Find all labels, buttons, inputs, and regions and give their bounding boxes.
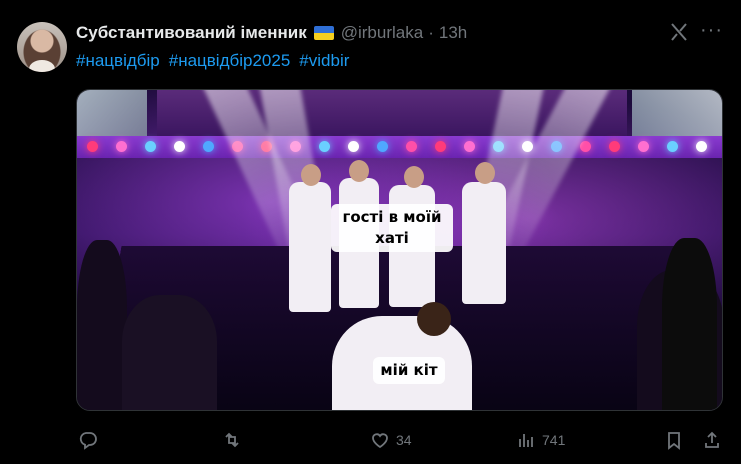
hashtag-link[interactable]: #vidbir [299, 51, 349, 71]
stage-light [116, 141, 127, 152]
performer [462, 182, 506, 304]
views-count: 741 [542, 432, 566, 448]
bookmark-button[interactable] [664, 425, 684, 455]
stage-light [406, 141, 417, 152]
performer-head [349, 160, 369, 182]
stage-light [696, 141, 707, 152]
author-handle[interactable]: @irburlaka [341, 23, 423, 43]
retweet-icon [225, 432, 239, 448]
stage-light [87, 141, 98, 152]
performer-head [301, 164, 321, 186]
crouching-performer-head [417, 302, 451, 336]
caption-line: гості в моїй [342, 208, 442, 226]
stage-light [464, 141, 475, 152]
hashtag-link[interactable]: #нацвідбір [76, 51, 160, 71]
stage-light [667, 141, 678, 152]
stage-light [174, 141, 185, 152]
hashtags: #нацвідбір #нацвідбір2025 #vidbir [76, 51, 349, 71]
bookmark-icon [668, 432, 680, 450]
tweet-image[interactable]: гості в моїй хаті мій кіт [76, 89, 723, 411]
stage-light [435, 141, 446, 152]
more-icon[interactable]: ··· [700, 20, 722, 42]
meme-caption-bottom: мій кіт [373, 357, 445, 384]
tweet-header: Субстантивований іменник @irburlaka · 13… [76, 22, 467, 44]
stage-light [348, 141, 359, 152]
stage-lights [77, 136, 722, 158]
audience-left [77, 240, 127, 410]
tweet-actions: 34 741 [76, 425, 723, 455]
stage-light [580, 141, 591, 152]
share-button[interactable] [702, 425, 722, 455]
hashtag-link[interactable]: #нацвідбір2025 [169, 51, 291, 71]
stage-light [319, 141, 330, 152]
audience-left [122, 295, 217, 410]
meme-caption-top: гості в моїй хаті [331, 204, 453, 252]
like-count: 34 [396, 432, 412, 448]
share-icon [705, 431, 719, 448]
reply-button[interactable] [78, 425, 98, 455]
retweet-button[interactable] [222, 425, 242, 455]
stage-light [203, 141, 214, 152]
reply-icon [79, 432, 97, 450]
caption-line: хаті [375, 229, 409, 247]
performer-head [404, 166, 424, 188]
sign-language-interpreter [662, 238, 717, 410]
timestamp[interactable]: 13h [439, 23, 467, 43]
stage-light [377, 141, 388, 152]
like-button[interactable]: 34 [370, 425, 412, 455]
author-name[interactable]: Субстантивований іменник [76, 23, 307, 43]
stage-light [609, 141, 620, 152]
avatar[interactable] [17, 22, 67, 72]
ukraine-flag-icon [313, 26, 334, 40]
separator: · [428, 23, 434, 42]
heart-icon [372, 433, 388, 449]
performer [289, 182, 331, 312]
grok-icon[interactable] [669, 22, 689, 42]
views-icon [519, 434, 533, 447]
performer-head [475, 162, 495, 184]
stage-light [638, 141, 649, 152]
stage-light [145, 141, 156, 152]
views-button[interactable]: 741 [516, 425, 565, 455]
